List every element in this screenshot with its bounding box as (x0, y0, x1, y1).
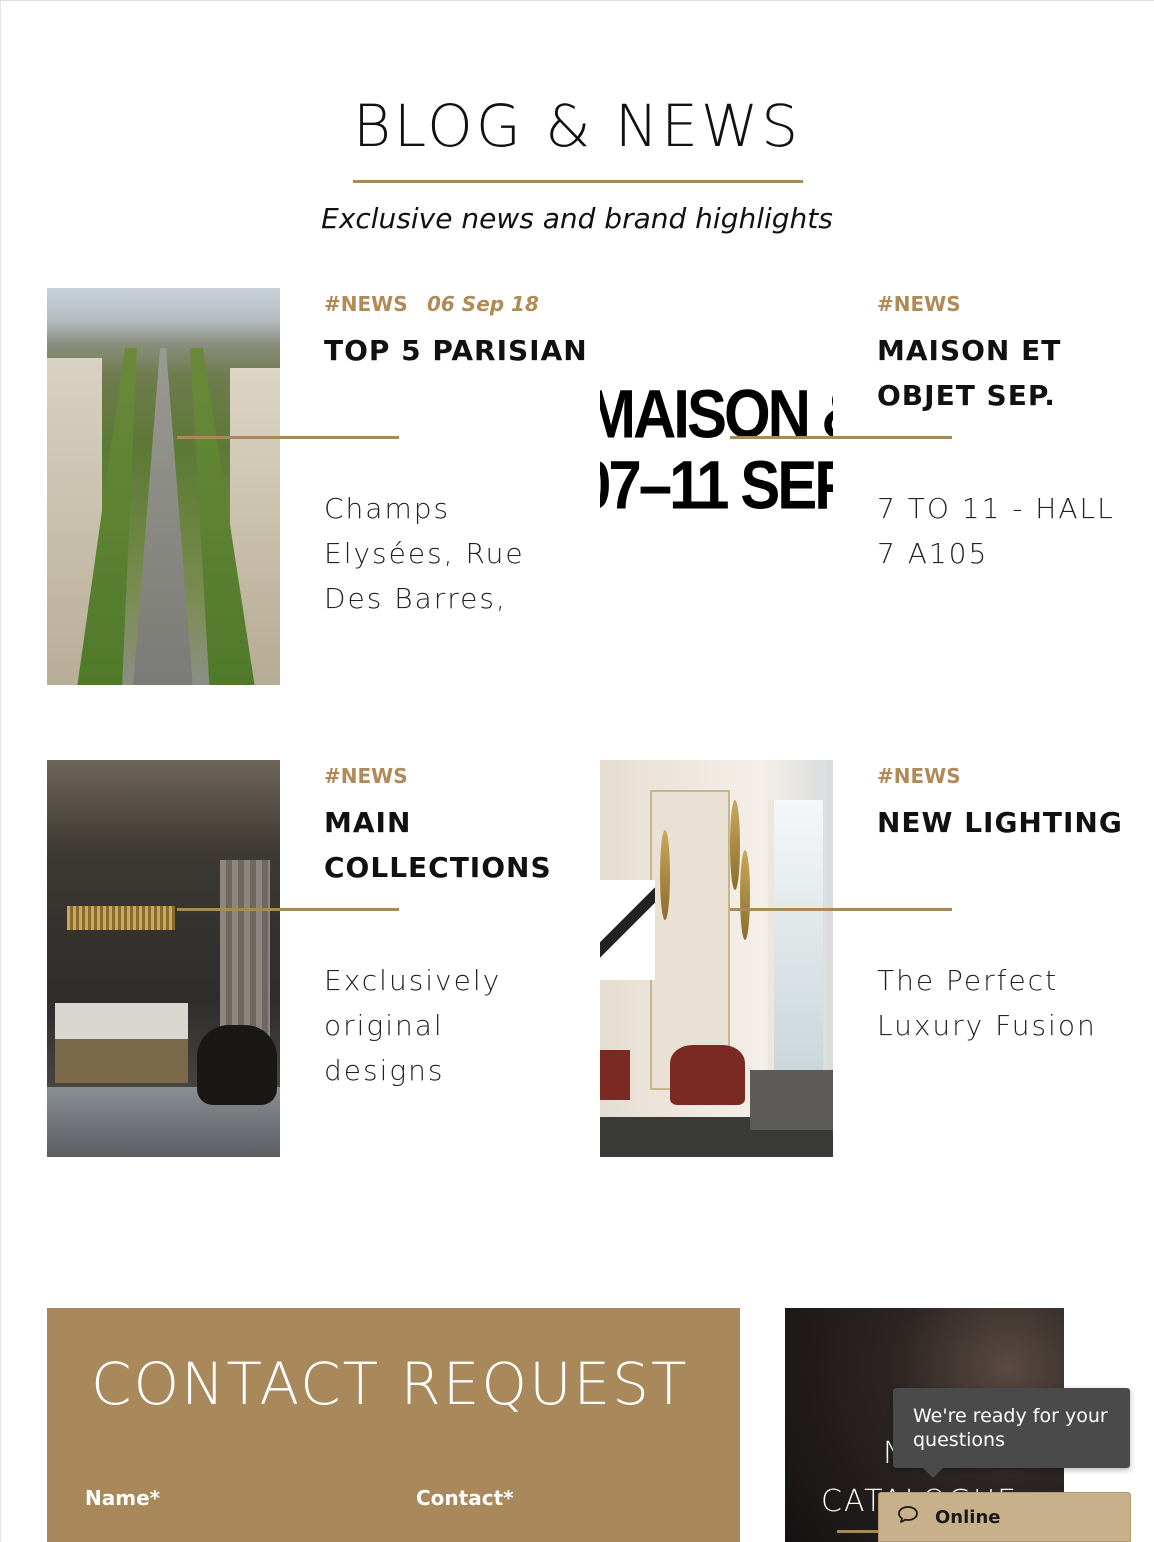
chat-prompt-text: We're ready for your questions (913, 1405, 1108, 1451)
post-excerpt: Champs Elysées, Rue Des Barres, (324, 492, 525, 615)
post-excerpt: Exclusively original designs (324, 964, 502, 1087)
blog-card-maison-objet[interactable]: MAISON & O 07–11 SEPT #NEWS MAISON ET OB… (600, 288, 1140, 688)
post-date: 06 Sep 18 (427, 292, 539, 316)
post-tag[interactable]: #NEWS (877, 764, 961, 788)
card-divider (730, 436, 952, 439)
blog-card-new-lighting[interactable]: #NEWS NEW LIGHTING The Perfect Luxury Fu… (600, 760, 1140, 1160)
post-image-living-room[interactable] (600, 760, 833, 1157)
post-excerpt: The Perfect Luxury Fusion (877, 964, 1097, 1042)
card-divider (177, 908, 399, 911)
post-image-lobby[interactable] (47, 760, 280, 1157)
contact-title: CONTACT REQUEST (91, 1350, 689, 1418)
post-image-maison-objet[interactable]: MAISON & O 07–11 SEPT (600, 288, 833, 685)
maison-poster-line-2: 07–11 SEPT (600, 446, 833, 522)
title-divider (353, 180, 803, 183)
blog-card-top-5-parisian[interactable]: #NEWS 06 Sep 18 TOP 5 PARISIAN Champs El… (47, 288, 587, 688)
section-title: BLOG & NEWS (352, 92, 802, 160)
section-subtitle: Exclusive news and brand highlights (321, 202, 833, 235)
post-excerpt: 7 TO 11 - HALL 7 A105 (877, 492, 1115, 570)
contact-field-label: Contact* (416, 1486, 514, 1510)
post-headline[interactable]: NEW LIGHTING (877, 800, 1142, 845)
post-headline[interactable]: TOP 5 PARISIAN (324, 328, 589, 373)
card-divider (177, 436, 399, 439)
chat-bubble-icon (897, 1505, 919, 1530)
chat-status-label: Online (935, 1506, 1001, 1528)
post-tag[interactable]: #NEWS (324, 764, 408, 788)
chat-launcher[interactable]: Online (878, 1492, 1131, 1542)
card-divider (730, 908, 952, 911)
post-image-champs-elysees[interactable] (47, 288, 280, 685)
post-tag[interactable]: #NEWS (877, 292, 961, 316)
post-headline[interactable]: MAISON ET OBJET SEP. (877, 328, 1142, 418)
blog-card-main-collections[interactable]: #NEWS MAIN COLLECTIONS Exclusively origi… (47, 760, 587, 1160)
post-tag[interactable]: #NEWS (324, 292, 408, 316)
chat-prompt-bubble[interactable]: We're ready for your questions (893, 1388, 1130, 1478)
maison-poster-line-1: MAISON & O (600, 378, 833, 453)
maison-poster-text: MAISON & O 07–11 SEPT (600, 379, 833, 522)
contact-request-panel: CONTACT REQUEST Name* Contact* (47, 1308, 740, 1542)
name-field-label: Name* (85, 1486, 161, 1510)
post-headline[interactable]: MAIN COLLECTIONS (324, 800, 589, 890)
